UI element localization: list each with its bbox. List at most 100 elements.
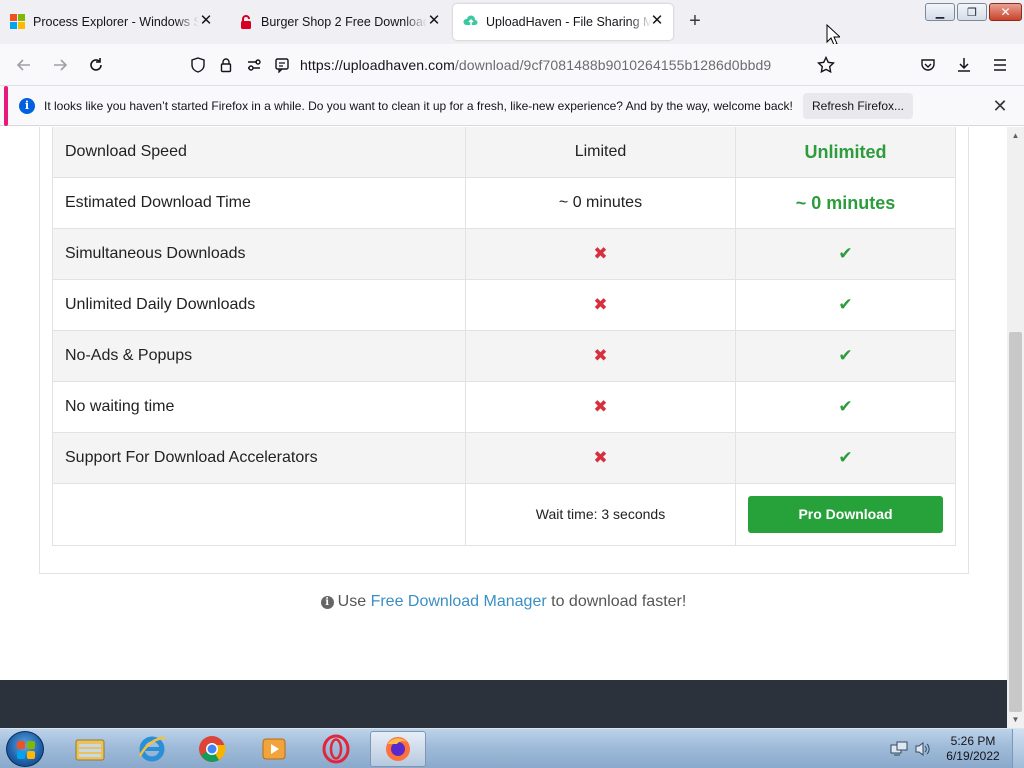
taskbar-internet-explorer[interactable] bbox=[124, 731, 180, 767]
cross-icon: ✖ bbox=[593, 346, 608, 365]
show-desktop-button[interactable] bbox=[1012, 729, 1024, 768]
clock-date: 6/19/2022 bbox=[946, 749, 1000, 763]
close-tab-icon[interactable]: ✕ bbox=[649, 13, 665, 29]
opera-icon bbox=[322, 734, 350, 764]
close-notification-icon[interactable]: ✕ bbox=[990, 96, 1010, 116]
lock-icon[interactable] bbox=[218, 57, 234, 73]
cross-icon: ✖ bbox=[593, 397, 608, 416]
table-row: Download Speed Limited Unlimited bbox=[52, 127, 956, 178]
pro-value: ~ 0 minutes bbox=[735, 177, 956, 229]
tab-title: Process Explorer - Windows Sys bbox=[33, 15, 199, 29]
navigation-toolbar: https://uploadhaven.com/download/9cf7081… bbox=[0, 44, 1024, 86]
feature-label: Download Speed bbox=[52, 127, 466, 178]
close-tab-icon[interactable]: ✕ bbox=[198, 13, 214, 29]
download-icon bbox=[958, 58, 970, 72]
folder-icon bbox=[75, 739, 105, 761]
checkmark-icon: ✔ bbox=[838, 346, 853, 365]
tab-strip: Process Explorer - Windows Sys ✕ Burger … bbox=[0, 0, 1024, 46]
mouse-cursor-icon bbox=[826, 24, 840, 46]
bookmark-star-icon[interactable] bbox=[817, 56, 835, 74]
forward-button[interactable] bbox=[48, 53, 72, 77]
free-value: ~ 0 minutes bbox=[465, 177, 736, 229]
notification-message: It looks like you haven’t started Firefo… bbox=[44, 99, 793, 113]
minimize-icon: ▁ bbox=[935, 6, 945, 19]
fdm-suffix: to download faster! bbox=[551, 593, 687, 610]
close-window-button[interactable]: ✕ bbox=[989, 3, 1022, 21]
scroll-down-icon[interactable]: ▼ bbox=[1007, 711, 1024, 728]
app-menu-button[interactable] bbox=[988, 53, 1012, 77]
cross-icon: ✖ bbox=[593, 244, 608, 263]
wait-time-text: Wait time: 3 seconds bbox=[535, 505, 666, 522]
url-text[interactable]: https://uploadhaven.com/download/9cf7081… bbox=[300, 57, 771, 73]
permissions-icon[interactable] bbox=[246, 57, 262, 73]
page-scrollbar[interactable]: ▲ ▼ bbox=[1007, 127, 1024, 728]
back-button[interactable] bbox=[12, 53, 36, 77]
tab-uploadhaven[interactable]: UploadHaven - File Sharing Ma ✕ bbox=[453, 4, 673, 40]
scroll-up-icon[interactable]: ▲ bbox=[1007, 127, 1024, 144]
close-icon: ✕ bbox=[1000, 5, 1011, 19]
pro-download-button[interactable]: Pro Download bbox=[748, 496, 943, 533]
table-row: Simultaneous Downloads ✖ ✔ bbox=[52, 228, 956, 280]
firefox-icon bbox=[386, 737, 410, 761]
table-row: Estimated Download Time ~ 0 minutes ~ 0 … bbox=[52, 177, 956, 229]
minimize-button[interactable]: ▁ bbox=[925, 3, 955, 21]
table-row: No waiting time ✖ ✔ bbox=[52, 381, 956, 433]
url-path: /download/9cf7081488b9010264155b1286d0bb… bbox=[454, 57, 772, 73]
scroll-thumb[interactable] bbox=[1009, 332, 1022, 712]
cross-icon: ✖ bbox=[593, 295, 608, 314]
reload-button[interactable] bbox=[84, 53, 108, 77]
uploadhaven-logo-icon bbox=[463, 14, 479, 30]
windows-flag-icon bbox=[17, 741, 35, 759]
free-value: Limited bbox=[465, 127, 736, 178]
refresh-firefox-notification: i It looks like you haven’t started Fire… bbox=[0, 86, 1024, 126]
cross-icon: ✖ bbox=[593, 448, 608, 467]
taskbar-chrome[interactable] bbox=[184, 731, 240, 767]
free-download-manager-link[interactable]: Free Download Manager bbox=[371, 593, 547, 610]
maximize-button[interactable]: ❐ bbox=[957, 3, 987, 21]
system-clock[interactable]: 5:26 PM 6/19/2022 bbox=[940, 734, 1006, 764]
empty-cell bbox=[52, 483, 466, 546]
new-tab-button[interactable]: + bbox=[684, 10, 706, 32]
table-row: Wait time: 3 seconds Pro Download bbox=[52, 483, 956, 546]
checkmark-icon: ✔ bbox=[838, 397, 853, 416]
page-footer bbox=[0, 680, 1007, 728]
info-icon: i bbox=[19, 98, 35, 114]
forward-arrow-icon bbox=[54, 59, 68, 71]
table-row: Unlimited Daily Downloads ✖ ✔ bbox=[52, 279, 956, 331]
downloads-button[interactable] bbox=[952, 53, 976, 77]
pocket-icon bbox=[921, 59, 935, 71]
close-tab-icon[interactable]: ✕ bbox=[426, 13, 442, 29]
internet-explorer-icon bbox=[138, 736, 166, 762]
url-bar[interactable]: https://uploadhaven.com/download/9cf7081… bbox=[184, 49, 846, 81]
web-page: Download Speed Limited Unlimited Estimat… bbox=[0, 127, 1007, 727]
feature-label: Support For Download Accelerators bbox=[52, 432, 466, 484]
windows-logo-icon bbox=[10, 14, 26, 30]
taskbar-firefox[interactable] bbox=[370, 731, 426, 767]
feature-label: Simultaneous Downloads bbox=[52, 228, 466, 280]
feature-label: Estimated Download Time bbox=[52, 177, 466, 229]
network-icon[interactable] bbox=[890, 741, 908, 757]
page-info-icon[interactable] bbox=[274, 57, 290, 73]
pro-value: Unlimited bbox=[735, 127, 956, 178]
refresh-firefox-button[interactable]: Refresh Firefox... bbox=[803, 93, 913, 119]
checkmark-icon: ✔ bbox=[838, 244, 853, 263]
reload-icon bbox=[90, 58, 102, 71]
volume-icon[interactable] bbox=[914, 741, 932, 757]
clock-time: 5:26 PM bbox=[950, 734, 996, 748]
taskbar-media-player[interactable] bbox=[246, 731, 302, 767]
windows-taskbar: 5:26 PM 6/19/2022 bbox=[0, 728, 1024, 768]
pocket-button[interactable] bbox=[916, 53, 940, 77]
tab-title: UploadHaven - File Sharing Ma bbox=[486, 15, 652, 29]
info-circle-icon: i bbox=[320, 596, 334, 609]
feature-label: No waiting time bbox=[52, 381, 466, 433]
taskbar-explorer[interactable] bbox=[62, 731, 118, 767]
feature-label: Unlimited Daily Downloads bbox=[52, 279, 466, 331]
hamburger-menu-icon bbox=[994, 59, 1006, 71]
start-button[interactable] bbox=[6, 731, 44, 767]
back-arrow-icon bbox=[16, 59, 30, 71]
tab-process-explorer[interactable]: Process Explorer - Windows Sys ✕ bbox=[0, 4, 222, 40]
taskbar-opera[interactable] bbox=[308, 731, 364, 767]
tab-burger-shop[interactable]: Burger Shop 2 Free Download ✕ bbox=[228, 4, 450, 40]
tracking-shield-icon[interactable] bbox=[190, 57, 206, 73]
checkmark-icon: ✔ bbox=[838, 295, 853, 314]
